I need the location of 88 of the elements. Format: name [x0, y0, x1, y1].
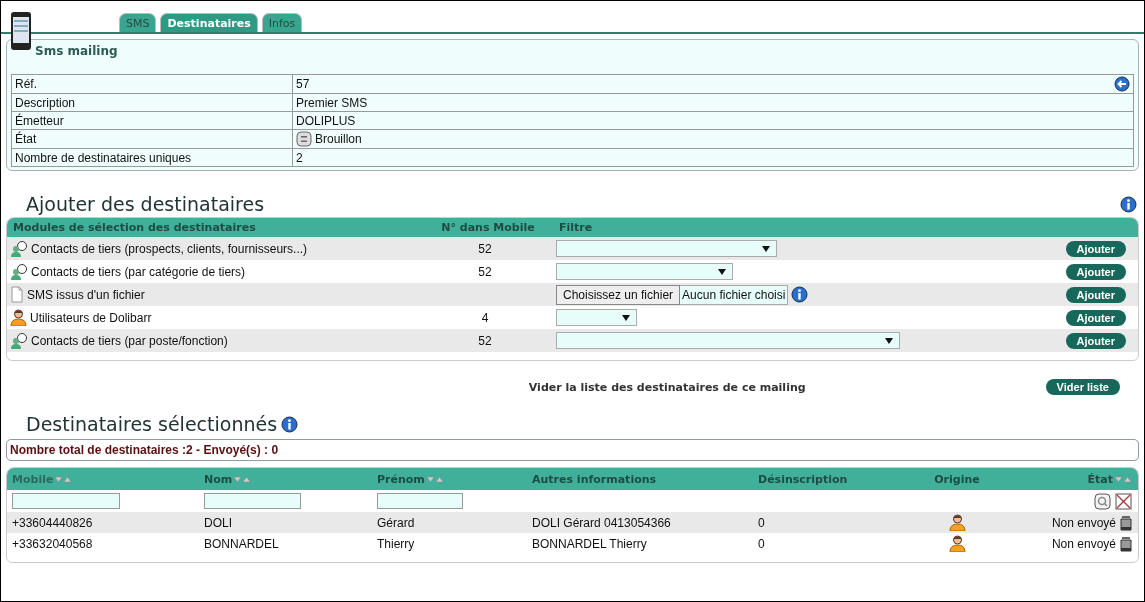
add-button[interactable]: Ajouter [1065, 240, 1126, 257]
dropdown-arrow-icon [762, 245, 770, 252]
file-icon [10, 286, 24, 303]
filter-dropdown[interactable] [556, 240, 777, 257]
table-cell: 0 [758, 536, 765, 551]
column-header: Modules de sélection des destinataires [12, 221, 257, 234]
phone-icon [10, 11, 32, 51]
section-title: Ajouter des destinataires [26, 193, 265, 215]
file-name: Aucun fichier choisi [680, 284, 789, 305]
filter-field[interactable] [12, 493, 120, 509]
status-icon [296, 131, 312, 147]
info-icon [1120, 195, 1137, 213]
add-button[interactable]: Ajouter [1065, 332, 1126, 349]
count: 52 [478, 264, 492, 279]
sort-arrows-icon [54, 475, 73, 483]
dropdown-arrow-icon [885, 337, 893, 344]
info-icon [281, 415, 299, 433]
module-label: SMS issus d'un fichier [27, 287, 145, 302]
table-cell: DOLI [204, 515, 232, 530]
clear-filter-icon[interactable] [1115, 492, 1132, 510]
tab[interactable]: Infos [261, 13, 303, 32]
filter-dropdown[interactable] [556, 332, 900, 349]
field-value: 57 [296, 77, 310, 91]
table-cell: DOLI Gérard 0413054366 [532, 515, 671, 530]
clear-list-button[interactable]: Vider liste [1045, 379, 1120, 395]
summary-text: Nombre total de destinataires :2 - Envoyé(s) : 0 [6, 439, 1139, 461]
column-header[interactable]: Origine [934, 472, 980, 486]
add-button[interactable]: Ajouter [1065, 286, 1126, 303]
module-label: Contacts de tiers (prospects, clients, fournisseurs...) [31, 241, 308, 256]
module-label: Contacts de tiers (par poste/fonction) [31, 333, 228, 348]
column-header[interactable]: État [1087, 472, 1113, 486]
add-button[interactable]: Ajouter [1065, 309, 1126, 326]
field-label: Réf. [11, 74, 293, 94]
info-icon [791, 286, 809, 303]
count: 52 [478, 333, 492, 348]
field-label: Nombre de destinataires uniques [11, 148, 293, 167]
filter-field[interactable] [377, 493, 463, 509]
choose-file-button[interactable]: Choisissez un fichier [556, 284, 681, 305]
sort-arrows-icon [425, 475, 444, 483]
add-button[interactable]: Ajouter [1065, 263, 1126, 280]
tab[interactable]: Destinataires [160, 13, 258, 32]
dropdown-arrow-icon [718, 268, 726, 275]
count: 4 [481, 310, 489, 325]
table-cell: BONNARDEL [204, 536, 279, 551]
field-value: Brouillon [315, 132, 362, 146]
sort-arrows-icon [233, 475, 252, 483]
column-header[interactable]: Nom [204, 472, 233, 486]
sort-arrows-icon [1114, 475, 1132, 483]
table-cell: 0 [758, 515, 765, 530]
table-cell: Non envoyé [1051, 536, 1116, 551]
tab[interactable]: SMS [119, 13, 157, 32]
column-header[interactable]: Mobile [12, 472, 54, 486]
contact-icon [10, 263, 28, 280]
card-title: Sms mailing [35, 44, 119, 60]
field-label: État [11, 129, 293, 149]
field-value: Premier SMS [296, 95, 368, 110]
table-cell: Thierry [377, 536, 415, 551]
table-cell: +33604440826 [12, 515, 93, 530]
search-icon[interactable] [1094, 492, 1111, 510]
table-cell: +33632040568 [12, 536, 93, 551]
filter-field[interactable] [204, 493, 301, 509]
field-value: DOLIPLUS [296, 113, 356, 128]
field-value: 2 [296, 150, 303, 165]
trash-icon [1120, 535, 1132, 552]
clear-list-label: Vider la liste des destinataires de ce mailing [528, 380, 806, 394]
module-label: Utilisateurs de Dolibarr [30, 310, 152, 325]
count: 52 [478, 241, 492, 256]
trash-icon [1120, 514, 1132, 531]
table-cell: Non envoyé [1051, 515, 1116, 530]
table-cell: BONNARDEL Thierry [532, 536, 647, 551]
table-cell: Gérard [377, 515, 415, 530]
filter-dropdown[interactable] [556, 309, 637, 326]
dropdown-arrow-icon [622, 314, 630, 321]
contact-icon [10, 332, 28, 349]
column-header[interactable]: Autres informations [532, 472, 657, 486]
field-label: Émetteur [11, 111, 293, 130]
person-icon [10, 309, 27, 326]
field-label: Description [11, 93, 293, 112]
column-header: N° dans Mobile [440, 221, 536, 234]
column-header[interactable]: Désinscription [758, 472, 848, 486]
filter-dropdown[interactable] [556, 263, 733, 280]
person-icon [948, 535, 966, 552]
person-icon [948, 514, 966, 531]
column-header[interactable]: Prénom [377, 472, 425, 486]
module-label: Contacts de tiers (par catégorie de tiers) [31, 264, 246, 279]
section-title: Destinataires sélectionnés [26, 413, 278, 435]
column-header: Filtre [559, 221, 594, 234]
contact-icon [10, 240, 28, 257]
